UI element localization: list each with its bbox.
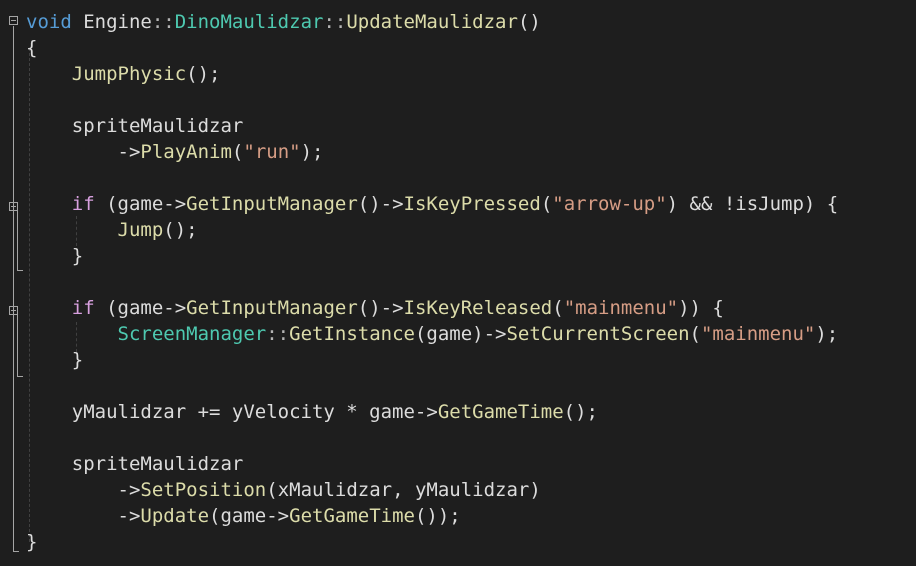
code-token: -> bbox=[117, 479, 141, 501]
code-token: ( bbox=[231, 141, 244, 163]
code-token: } bbox=[71, 245, 84, 267]
fold-end-if-2 bbox=[17, 376, 23, 377]
code-line[interactable]: ->PlayAnim("run"); bbox=[26, 139, 324, 165]
code-token: (xMaulidzar, yMaulidzar) bbox=[266, 479, 541, 501]
collapse-if-block-icon[interactable] bbox=[9, 306, 18, 315]
code-line[interactable]: JumpPhysic(); bbox=[26, 61, 221, 87]
code-token: IsKeyPressed bbox=[403, 193, 541, 215]
code-token: ()); bbox=[414, 505, 461, 527]
code-token: GetGameTime bbox=[437, 401, 564, 423]
code-token: (); bbox=[163, 219, 198, 241]
code-token: "mainmenu" bbox=[563, 297, 679, 319]
code-line[interactable]: ->SetPosition(xMaulidzar, yMaulidzar) bbox=[26, 477, 541, 503]
code-token: JumpPhysic bbox=[71, 63, 187, 85]
code-token: -> bbox=[117, 505, 141, 527]
code-editor[interactable]: void Engine::DinoMaulidzar::UpdateMaulid… bbox=[0, 0, 916, 566]
code-token: IsKeyReleased bbox=[403, 297, 553, 319]
code-token: () bbox=[517, 11, 541, 33]
code-token: void bbox=[26, 11, 72, 33]
code-token: spriteMaulidzar bbox=[71, 115, 244, 137]
code-token: SetPosition bbox=[140, 479, 267, 501]
code-line[interactable]: ScreenManager::GetInstance(game)->SetCur… bbox=[26, 321, 839, 347]
code-token: SetCurrentScreen bbox=[506, 323, 690, 345]
code-token: Engine bbox=[71, 11, 152, 33]
code-line[interactable]: } bbox=[26, 243, 83, 269]
code-token: GetInputManager bbox=[186, 297, 358, 319]
code-token: "run" bbox=[243, 141, 301, 163]
code-token: yMaulidzar += yVelocity * game-> bbox=[71, 401, 438, 423]
code-token: ()-> bbox=[357, 297, 404, 319]
code-token: "arrow-up" bbox=[552, 193, 667, 215]
code-token: ( bbox=[552, 297, 564, 319]
fold-end-if-1 bbox=[17, 270, 23, 271]
code-token: ScreenManager bbox=[117, 323, 267, 345]
code-token: UpdateMaulidzar bbox=[346, 11, 518, 33]
code-token: (game)-> bbox=[414, 323, 507, 345]
code-line[interactable]: spriteMaulidzar bbox=[26, 113, 244, 139]
code-token: } bbox=[71, 349, 84, 371]
code-line[interactable]: spriteMaulidzar bbox=[26, 451, 244, 477]
code-token: GetInputManager bbox=[186, 193, 358, 215]
fold-line-if-1 bbox=[17, 211, 18, 271]
code-line[interactable]: ->Update(game->GetGameTime()); bbox=[26, 503, 461, 529]
code-token: if bbox=[71, 193, 95, 215]
code-token: PlayAnim bbox=[140, 141, 232, 163]
code-token: (); bbox=[563, 401, 598, 423]
code-line[interactable]: yMaulidzar += yVelocity * game->GetGameT… bbox=[26, 399, 598, 425]
code-token: GetGameTime bbox=[289, 505, 415, 527]
code-token: (); bbox=[186, 63, 221, 85]
code-line[interactable]: } bbox=[26, 529, 37, 555]
code-token: ( bbox=[540, 193, 553, 215]
code-token: -> bbox=[117, 141, 141, 163]
code-token: "mainmenu" bbox=[700, 323, 816, 345]
code-token: :: bbox=[323, 11, 347, 33]
code-token: (game-> bbox=[209, 505, 290, 527]
code-token: GetInstance bbox=[289, 323, 415, 345]
code-token: :: bbox=[266, 323, 290, 345]
fold-end-function bbox=[13, 551, 19, 552]
code-token: :: bbox=[151, 11, 175, 33]
fold-line-if-2 bbox=[17, 315, 18, 377]
code-line[interactable]: } bbox=[26, 347, 83, 373]
code-token: spriteMaulidzar bbox=[71, 453, 244, 475]
code-line[interactable]: { bbox=[26, 35, 37, 61]
code-line[interactable]: if (game->GetInputManager()->IsKeyPresse… bbox=[26, 191, 838, 217]
code-token: (game-> bbox=[94, 297, 187, 319]
code-token: } bbox=[26, 531, 38, 553]
code-token: Jump bbox=[117, 219, 164, 241]
code-token: ); bbox=[815, 323, 839, 345]
code-line[interactable]: if (game->GetInputManager()->IsKeyReleas… bbox=[26, 295, 724, 321]
code-token: ( bbox=[689, 323, 701, 345]
code-token: )) { bbox=[678, 297, 724, 319]
code-token: DinoMaulidzar bbox=[174, 11, 324, 33]
code-line[interactable]: void Engine::DinoMaulidzar::UpdateMaulid… bbox=[26, 9, 541, 35]
code-line[interactable]: Jump(); bbox=[26, 217, 198, 243]
code-token: ); bbox=[300, 141, 324, 163]
collapse-function-icon[interactable] bbox=[9, 16, 18, 25]
code-token: ) && !isJump) { bbox=[666, 193, 839, 215]
code-token: { bbox=[26, 37, 38, 59]
code-token: if bbox=[71, 297, 95, 319]
code-token: (game-> bbox=[94, 193, 187, 215]
collapse-if-block-icon[interactable] bbox=[9, 202, 18, 211]
code-token: ()-> bbox=[357, 193, 404, 215]
fold-line-function bbox=[13, 26, 14, 552]
code-token: Update bbox=[140, 505, 210, 527]
